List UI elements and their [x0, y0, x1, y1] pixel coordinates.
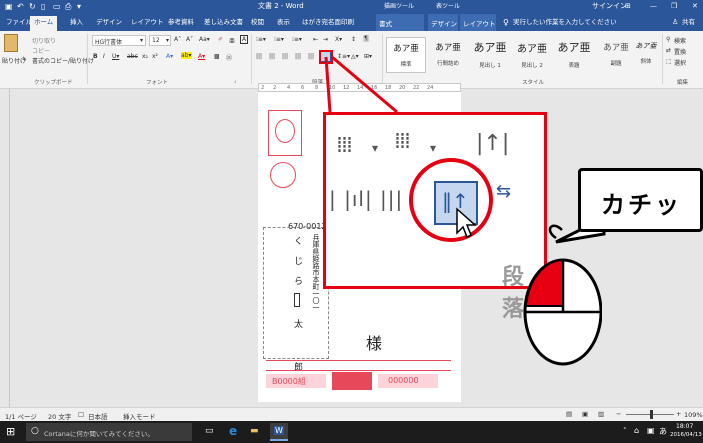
highlight-circle	[409, 158, 493, 242]
proofing-icon[interactable]: ☐	[78, 411, 84, 419]
language-status[interactable]: 日本語	[88, 411, 108, 421]
cortana-search-box[interactable]: ○ Cortanaに何か聞いてみてください。	[26, 423, 192, 441]
explorer-icon[interactable]: ▬	[250, 426, 259, 436]
word-taskbar-button[interactable]: W	[270, 423, 288, 441]
zoom-out-icon[interactable]: −	[616, 410, 621, 418]
zoom-callout: ⁞⁞⁞ ▾ ⁞⁞⁞ ▾ |↑| | |ıl| ||| ‖↑ ⇆ 段落	[323, 112, 547, 322]
click-sound-text: カチッ	[601, 191, 682, 219]
edge-icon[interactable]: e	[229, 424, 237, 438]
windows-taskbar: ⊞ ○ Cortanaに何か聞いてみてください。 ▭ e ▬ W ˄ ⌂ ▣ あ…	[0, 421, 703, 443]
decrease-indent-icon-zoomed: |↑|	[476, 131, 510, 156]
align-icons-zoomed: | |ıl| |||	[329, 187, 404, 211]
ime-mode-icon[interactable]: ▣	[647, 426, 655, 435]
numbering-icon-zoomed: ⁞⁞⁞	[394, 129, 411, 154]
zoom-in-icon[interactable]: +	[676, 410, 681, 418]
zoom-slider-thumb[interactable]	[650, 410, 653, 419]
ime-hiragana[interactable]: あ	[659, 426, 667, 437]
windows-start-icon[interactable]: ⊞	[6, 425, 15, 438]
print-layout-icon[interactable]: ▣	[582, 410, 588, 418]
page-count[interactable]: 1/1 ページ	[5, 411, 37, 421]
read-mode-icon[interactable]: ▤	[566, 410, 572, 418]
chevron-down-icon: ▾	[430, 141, 437, 155]
zoom-level[interactable]: 109%	[684, 411, 703, 419]
word-icon: W	[274, 426, 284, 435]
clock-date[interactable]: 2016/04/13	[670, 432, 702, 438]
insert-mode[interactable]: 挿入モード	[123, 411, 156, 421]
tray-chevron-icon[interactable]: ˄	[623, 427, 627, 435]
mouse-pointer-icon	[456, 207, 477, 239]
mouse-icon	[523, 224, 602, 366]
cortana-placeholder: Cortanaに何か聞いてみてください。	[44, 430, 154, 438]
chevron-down-icon: ▾	[372, 141, 379, 155]
word-count[interactable]: 20 文字	[48, 411, 71, 421]
task-view-icon[interactable]: ▭	[205, 426, 214, 436]
network-icon[interactable]: ⌂	[634, 426, 639, 435]
cortana-icon: ○	[31, 426, 39, 436]
line-spacing-icon-zoomed: ⇆	[496, 181, 512, 202]
bullets-icon-zoomed: ⁞⁞⁞	[336, 133, 353, 158]
status-bar: 1/1 ページ 20 文字 ☐ 日本語 挿入モード ▤ ▣ ▥ − + 109%	[0, 407, 703, 421]
web-layout-icon[interactable]: ▥	[598, 410, 604, 418]
clock-time[interactable]: 18:07	[676, 423, 693, 430]
